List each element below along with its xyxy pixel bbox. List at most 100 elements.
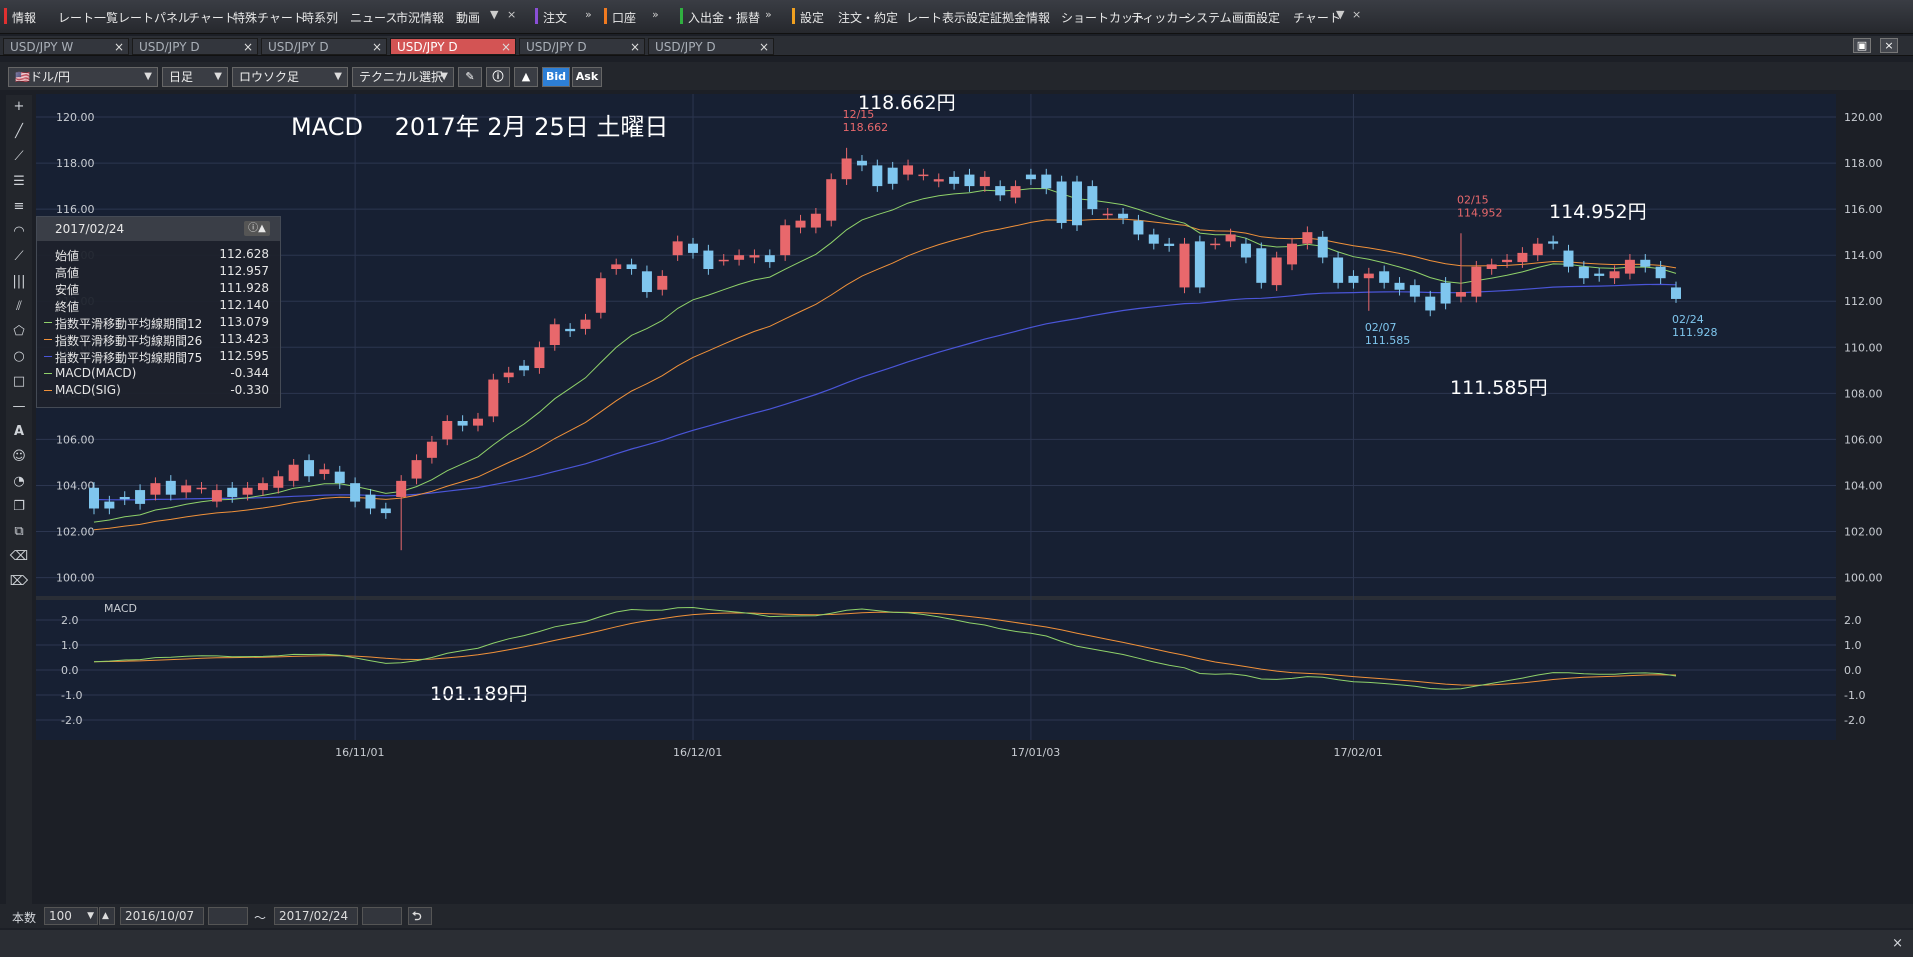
timeframe-select[interactable]: 日足 ▼ xyxy=(162,67,228,87)
info-toggle-icon[interactable]: ⓘ▲ xyxy=(244,221,270,236)
status-close-icon[interactable]: × xyxy=(1892,936,1903,951)
from-date-field[interactable]: 2016/10/07 xyxy=(120,907,204,925)
menu-item[interactable]: 注文 xyxy=(543,9,567,26)
menu-item[interactable]: 時系列 xyxy=(302,9,338,26)
technical-select[interactable]: テクニカル選択 ▼ xyxy=(352,67,454,87)
close-icon[interactable]: × xyxy=(507,8,516,21)
layers-icon[interactable]: ⧉ xyxy=(8,522,30,542)
ray-tool-icon[interactable]: ⟋ xyxy=(8,147,30,167)
close-icon[interactable]: × xyxy=(1352,8,1361,21)
chart-tab[interactable]: USD/JPY D × xyxy=(261,38,387,55)
currency-pair-select[interactable]: 🇺🇸ドル/円 ▼ xyxy=(8,67,158,87)
candle-body xyxy=(780,225,791,256)
chart-tab[interactable]: USD/JPY D × xyxy=(390,38,516,55)
more-icon[interactable]: » xyxy=(585,8,592,21)
reload-button[interactable]: ⮌ xyxy=(408,907,432,925)
menu-item[interactable]: チャート xyxy=(1293,9,1341,26)
candle-body xyxy=(703,250,714,270)
fan-tool-icon[interactable]: ⟋ xyxy=(8,247,30,267)
close-window-button[interactable]: × xyxy=(1880,38,1898,53)
count-select[interactable]: 100 ▼ xyxy=(44,907,98,925)
menu-item[interactable]: ニュース xyxy=(350,9,397,26)
from-time-field[interactable] xyxy=(208,907,248,925)
candle-body xyxy=(549,324,560,345)
menu-color-mark xyxy=(535,8,538,24)
info-row: 高値 112.957 xyxy=(55,264,277,281)
menu-item[interactable]: システム xyxy=(1184,9,1232,26)
multi-lines-icon[interactable]: ≡ xyxy=(8,197,30,217)
eraser-icon[interactable]: ⌫ xyxy=(8,547,30,567)
candle-body xyxy=(227,487,238,497)
y-tick-label: 118.00 xyxy=(56,157,95,170)
tab-close-icon[interactable]: × xyxy=(372,39,382,56)
horizontal-lines-icon[interactable]: ☰ xyxy=(8,172,30,192)
menu-item[interactable]: 動画 xyxy=(456,9,480,26)
ask-button[interactable]: Ask xyxy=(572,67,602,87)
circle-icon[interactable]: ○ xyxy=(8,347,30,367)
emoji-icon[interactable]: ☺ xyxy=(8,447,30,467)
channel-tool-icon[interactable]: ⫽ xyxy=(8,297,30,317)
menu-item[interactable]: 情報 xyxy=(12,9,36,26)
crosshair-icon[interactable]: + xyxy=(8,97,30,117)
candle-body xyxy=(1594,273,1605,276)
text-tool-icon[interactable]: A xyxy=(8,422,30,442)
copy-icon[interactable]: ❐ xyxy=(8,497,30,517)
tab-close-icon[interactable]: × xyxy=(114,39,124,56)
y-tick-label: 104.00 xyxy=(56,479,95,492)
chart-area[interactable]: 120.00 120.00 118.00 118.00 116.00 116.00 114.… xyxy=(36,92,1913,904)
menu-item[interactable]: 設定 xyxy=(800,9,824,26)
candle-body xyxy=(1041,174,1052,189)
menu-item[interactable]: チャート xyxy=(188,9,236,26)
tab-close-icon[interactable]: × xyxy=(501,39,511,56)
fibonacci-arc-icon[interactable]: ◠ xyxy=(8,222,30,242)
chart-type-select[interactable]: ロウソク足 ▼ xyxy=(232,67,348,87)
chart-tab[interactable]: USD/JPY D × xyxy=(132,38,258,55)
more-icon[interactable]: » xyxy=(765,8,772,21)
chevron-down-icon[interactable]: ▼ xyxy=(1336,8,1344,21)
menu-item[interactable]: 注文・約定 xyxy=(838,9,898,26)
menu-item[interactable]: 市況情報 xyxy=(396,9,444,26)
candle-body xyxy=(1578,266,1589,279)
macd-y-tick-label-right: 2.0 xyxy=(1844,614,1862,627)
to-date-field[interactable]: 2017/02/24 xyxy=(274,907,358,925)
y-tick-label-right: 108.00 xyxy=(1844,387,1883,400)
tab-close-icon[interactable]: × xyxy=(243,39,253,56)
menu-item[interactable]: 証拠金情報 xyxy=(990,9,1050,26)
to-time-field[interactable] xyxy=(362,907,402,925)
magnet-icon[interactable]: ◔ xyxy=(8,472,30,492)
vertical-lines-icon[interactable]: ||| xyxy=(8,272,30,292)
menu-item[interactable]: 画面設定 xyxy=(1232,9,1280,26)
menu-item[interactable]: 口座 xyxy=(612,9,636,26)
info-row: 始値 112.628 xyxy=(55,247,277,264)
info-icon[interactable]: ⓘ xyxy=(486,67,510,87)
horizontal-line-icon[interactable]: — xyxy=(8,397,30,417)
maximize-button[interactable]: ▣ xyxy=(1853,38,1871,53)
candle-body xyxy=(1333,257,1344,283)
eraser-all-icon[interactable]: ⌦ xyxy=(8,572,30,592)
menu-item[interactable]: レートパネル xyxy=(118,9,190,26)
more-icon[interactable]: » xyxy=(652,8,659,21)
menu-item[interactable]: 特殊チャート xyxy=(233,9,305,26)
count-up-button[interactable]: ▲ xyxy=(99,907,115,925)
chart-tab[interactable]: USD/JPY D × xyxy=(519,38,645,55)
chart-tab[interactable]: USD/JPY D × xyxy=(648,38,774,55)
menu-item[interactable]: レート一覧 xyxy=(58,9,118,26)
candle-body xyxy=(1502,259,1513,263)
menu-item[interactable]: レート表示設定 xyxy=(906,9,990,26)
pencil-icon[interactable]: ✎ xyxy=(458,67,482,87)
tab-close-icon[interactable]: × xyxy=(630,39,640,56)
candle-body xyxy=(1394,282,1405,290)
pentagon-icon[interactable]: ⬠ xyxy=(8,322,30,342)
info-row: 安値 111.928 xyxy=(55,281,277,298)
line-tool-icon[interactable]: ╱ xyxy=(8,122,30,142)
chevron-down-icon[interactable]: ▼ xyxy=(490,8,498,21)
rectangle-icon[interactable]: □ xyxy=(8,372,30,392)
series-swatch xyxy=(44,373,52,374)
menu-item[interactable]: 入出金・振替 xyxy=(688,9,760,26)
area-chart-icon[interactable]: ▲ xyxy=(514,67,538,87)
candle-body xyxy=(242,487,253,495)
tab-close-icon[interactable]: × xyxy=(759,39,769,56)
chart-tab[interactable]: USD/JPY W × xyxy=(3,38,129,55)
menu-item[interactable]: ティッカー xyxy=(1131,9,1190,26)
bid-button[interactable]: Bid xyxy=(542,67,570,87)
